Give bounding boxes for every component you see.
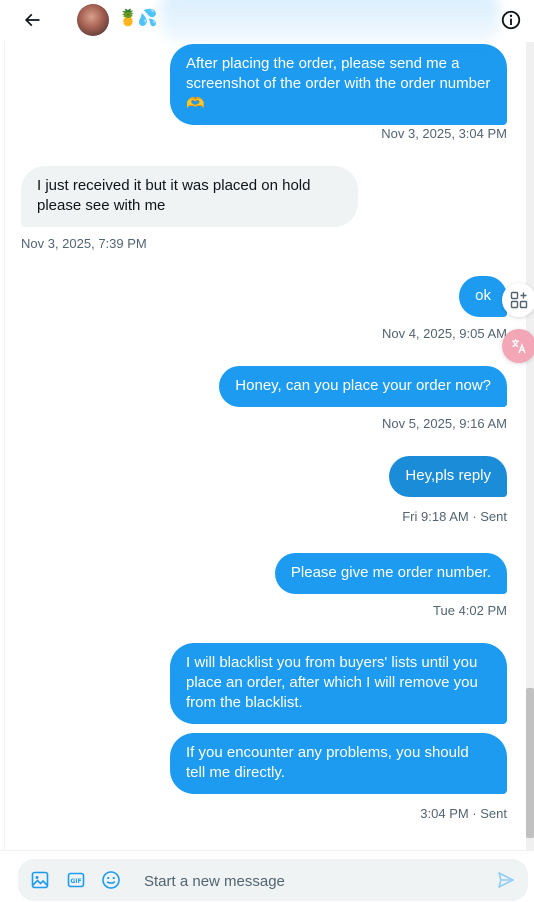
svg-text:GIF: GIF	[70, 878, 81, 885]
image-icon	[31, 871, 49, 889]
message-timestamp: Nov 5, 2025, 9:16 AM	[381, 416, 507, 431]
send-icon	[498, 872, 514, 888]
message-status: Fri 9:18 AM · Sent	[402, 509, 507, 524]
add-gif-button[interactable]: GIF	[66, 870, 86, 890]
add-media-button[interactable]	[30, 870, 50, 890]
avatar[interactable]	[77, 4, 109, 36]
contact-name[interactable]: 🍍💦	[118, 9, 158, 29]
message-list[interactable]: After placing the order, please send me …	[0, 42, 534, 850]
apps-icon	[510, 291, 528, 309]
message-bubble-outgoing[interactable]: Hey,pls reply	[389, 456, 507, 497]
message-bubble-outgoing[interactable]: Honey, can you place your order now?	[219, 366, 507, 407]
info-icon	[501, 10, 521, 30]
composer: GIF	[18, 859, 528, 901]
translate-button[interactable]	[502, 329, 534, 363]
message-timestamp: Nov 3, 2025, 7:39 PM	[21, 236, 147, 251]
composer-bar: GIF	[0, 850, 534, 902]
message-bubble-incoming[interactable]: I just received it but it was placed on …	[21, 166, 358, 227]
gif-icon: GIF	[67, 872, 85, 888]
header-highlight	[160, 0, 500, 42]
message-bubble-outgoing[interactable]: If you encounter any problems, you shoul…	[170, 733, 507, 794]
translate-icon	[512, 339, 526, 354]
back-button[interactable]	[18, 7, 46, 33]
scrollbar-thumb[interactable]	[526, 688, 534, 838]
message-bubble-outgoing[interactable]: ok	[459, 276, 507, 317]
send-button[interactable]	[496, 870, 516, 890]
emoji-button[interactable]	[101, 870, 121, 890]
conversation-header: 🍍💦	[0, 0, 534, 42]
info-button[interactable]	[500, 9, 522, 31]
emoji-icon	[102, 871, 120, 889]
scrollbar[interactable]	[526, 42, 534, 850]
message-timestamp: Nov 4, 2025, 9:05 AM	[381, 326, 507, 341]
message-bubble-outgoing[interactable]: After placing the order, please send me …	[170, 44, 507, 125]
message-status: 3:04 PM · Sent	[420, 806, 507, 821]
message-timestamp: Nov 3, 2025, 3:04 PM	[381, 126, 507, 141]
apps-button[interactable]	[502, 283, 534, 317]
message-bubble-outgoing[interactable]: Please give me order number.	[274, 553, 507, 594]
arrow-left-icon	[24, 13, 40, 27]
message-input[interactable]	[144, 871, 474, 891]
message-bubble-outgoing[interactable]: I will blacklist you from buyers' lists …	[170, 643, 507, 724]
message-timestamp: Tue 4:02 PM	[433, 603, 507, 618]
